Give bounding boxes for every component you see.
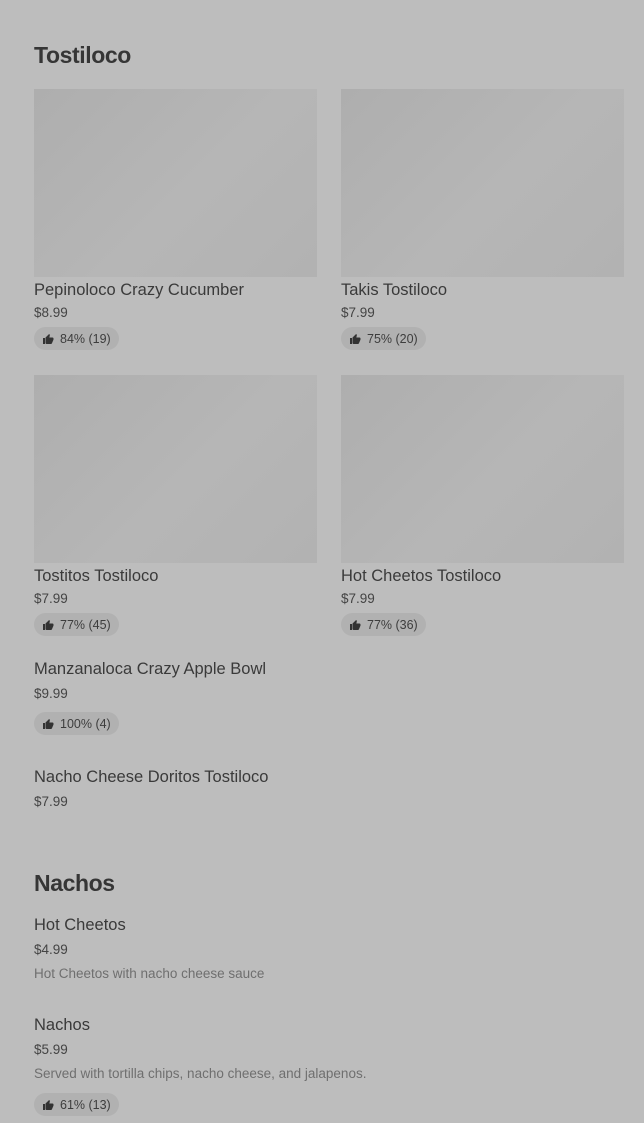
item-name: Hot Cheetos xyxy=(34,916,126,934)
rating-text: 84% (19) xyxy=(60,331,111,346)
item-name: Hot Cheetos Tostiloco xyxy=(341,567,502,585)
item-name: Tostitos Tostiloco xyxy=(34,567,159,585)
item-price: $8.99 xyxy=(34,305,68,320)
section-title-tostiloco: Tostiloco xyxy=(34,42,131,68)
item-price: $9.99 xyxy=(34,686,68,701)
thumbs-up-icon xyxy=(43,619,54,630)
item-name: Nacho Cheese Doritos Tostiloco xyxy=(34,768,269,786)
item-description: Served with tortilla chips, nacho cheese… xyxy=(34,1066,367,1081)
thumbs-up-icon xyxy=(350,333,361,344)
menu-item-hot-cheetos[interactable]: Hot Cheetos $4.99 Hot Cheetos with nacho… xyxy=(34,916,614,986)
rating-badge: 77% (45) xyxy=(34,613,119,636)
item-price: $7.99 xyxy=(341,305,375,320)
rating-text: 77% (36) xyxy=(367,617,418,632)
thumbs-up-icon xyxy=(43,1099,54,1110)
rating-badge: 61% (13) xyxy=(34,1093,119,1116)
thumbs-up-icon xyxy=(43,718,54,729)
menu-item-manzanaloca[interactable]: Manzanaloca Crazy Apple Bowl $9.99 100% … xyxy=(34,660,614,740)
item-price: $7.99 xyxy=(34,591,68,606)
item-image xyxy=(34,375,317,563)
item-image xyxy=(341,89,624,277)
rating-text: 77% (45) xyxy=(60,617,111,632)
menu-card-hot-cheetos-tostiloco[interactable]: Hot Cheetos Tostiloco $7.99 77% (36) xyxy=(341,375,624,636)
item-name: Pepinoloco Crazy Cucumber xyxy=(34,281,245,299)
rating-text: 75% (20) xyxy=(367,331,418,346)
thumbs-up-icon xyxy=(350,619,361,630)
menu-card-tostitos[interactable]: Tostitos Tostiloco $7.99 77% (45) xyxy=(34,375,317,636)
rating-badge: 100% (4) xyxy=(34,712,119,735)
rating-badge: 77% (36) xyxy=(341,613,426,636)
item-image xyxy=(341,375,624,563)
menu-item-nacho-cheese-doritos-tostiloco[interactable]: Nacho Cheese Doritos Tostiloco $7.99 xyxy=(34,768,614,818)
menu-item-nachos[interactable]: Nachos $5.99 Served with tortilla chips,… xyxy=(34,1016,614,1120)
item-price: $7.99 xyxy=(341,591,375,606)
item-description: Hot Cheetos with nacho cheese sauce xyxy=(34,966,265,981)
item-name: Takis Tostiloco xyxy=(341,281,448,299)
item-image xyxy=(34,89,317,277)
rating-text: 61% (13) xyxy=(60,1097,111,1112)
item-name: Nachos xyxy=(34,1016,90,1034)
section-title-nachos: Nachos xyxy=(34,870,115,896)
rating-badge: 75% (20) xyxy=(341,327,426,350)
rating-text: 100% (4) xyxy=(60,716,111,731)
rating-badge: 84% (19) xyxy=(34,327,119,350)
item-price: $5.99 xyxy=(34,1042,68,1057)
item-price: $7.99 xyxy=(34,794,68,809)
menu-card-pepinoloco[interactable]: Pepinoloco Crazy Cucumber $8.99 84% (19) xyxy=(34,89,317,350)
menu-card-takis[interactable]: Takis Tostiloco $7.99 75% (20) xyxy=(341,89,624,350)
item-price: $4.99 xyxy=(34,942,68,957)
item-name: Manzanaloca Crazy Apple Bowl xyxy=(34,660,267,678)
thumbs-up-icon xyxy=(43,333,54,344)
